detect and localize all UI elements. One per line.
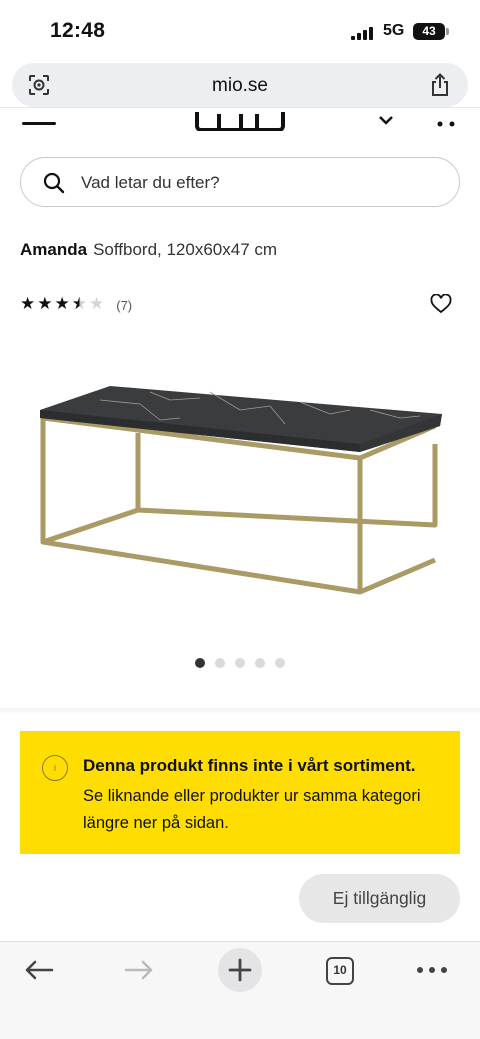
forward-icon[interactable] xyxy=(124,960,154,980)
product-brand: Amanda xyxy=(20,240,88,259)
carousel-dots[interactable] xyxy=(195,658,295,668)
product-image[interactable] xyxy=(30,380,450,610)
more-icon[interactable] xyxy=(436,120,456,128)
star-icon: ★ xyxy=(71,294,87,314)
status-time: 12:48 xyxy=(50,19,106,42)
more-icon[interactable] xyxy=(416,966,448,974)
status-bar: 12:48 5G 43 xyxy=(0,0,480,60)
notice-title: Denna produkt finns inte i vårt sortimen… xyxy=(83,756,416,775)
unavailable-button[interactable]: Ej tillgänglig xyxy=(299,874,460,923)
divider xyxy=(0,708,480,714)
mio-logo[interactable] xyxy=(195,107,285,131)
review-count[interactable]: (7) xyxy=(116,298,132,313)
product-title: Amanda Soffbord, 120x60x47 cm xyxy=(20,240,277,260)
signal-icon xyxy=(351,27,375,40)
rating-stars: ★ ★ ★ ★ ★ xyxy=(20,296,106,314)
chevron-down-icon[interactable] xyxy=(378,114,394,126)
search-icon xyxy=(43,172,65,194)
search-input[interactable]: Vad letar du efter? xyxy=(20,157,460,207)
star-icon: ★ xyxy=(20,294,36,314)
battery-icon: 43 xyxy=(413,23,449,40)
back-icon[interactable] xyxy=(24,960,54,980)
star-icon: ★ xyxy=(54,294,70,314)
star-icon: ★ xyxy=(89,294,105,314)
carousel-dot[interactable] xyxy=(215,658,225,668)
heart-icon[interactable] xyxy=(430,294,452,314)
new-tab-button[interactable] xyxy=(218,948,262,992)
product-rating[interactable]: ★ ★ ★ ★ ★ (7) xyxy=(20,295,132,315)
browser-toolbar: 10 xyxy=(0,941,480,1039)
product-subtitle: Soffbord, 120x60x47 cm xyxy=(93,240,278,259)
network-label: 5G xyxy=(383,22,405,39)
carousel-dot[interactable] xyxy=(235,658,245,668)
carousel-dot[interactable] xyxy=(275,658,285,668)
info-icon: i xyxy=(42,755,68,781)
notice-body: Se liknande eller produkter ur samma kat… xyxy=(83,787,421,832)
menu-icon[interactable] xyxy=(22,122,56,125)
url-bar[interactable]: mio.se xyxy=(12,63,468,107)
tabs-button[interactable]: 10 xyxy=(326,957,354,985)
url-text: mio.se xyxy=(212,75,268,96)
carousel-dot[interactable] xyxy=(195,658,205,668)
plus-icon xyxy=(228,958,252,982)
search-placeholder: Vad letar du efter? xyxy=(81,173,220,192)
star-icon: ★ xyxy=(37,294,53,314)
availability-notice: i Denna produkt finns inte i vårt sortim… xyxy=(20,731,460,854)
carousel-dot[interactable] xyxy=(255,658,265,668)
site-header xyxy=(0,107,480,131)
share-icon[interactable] xyxy=(429,73,451,97)
